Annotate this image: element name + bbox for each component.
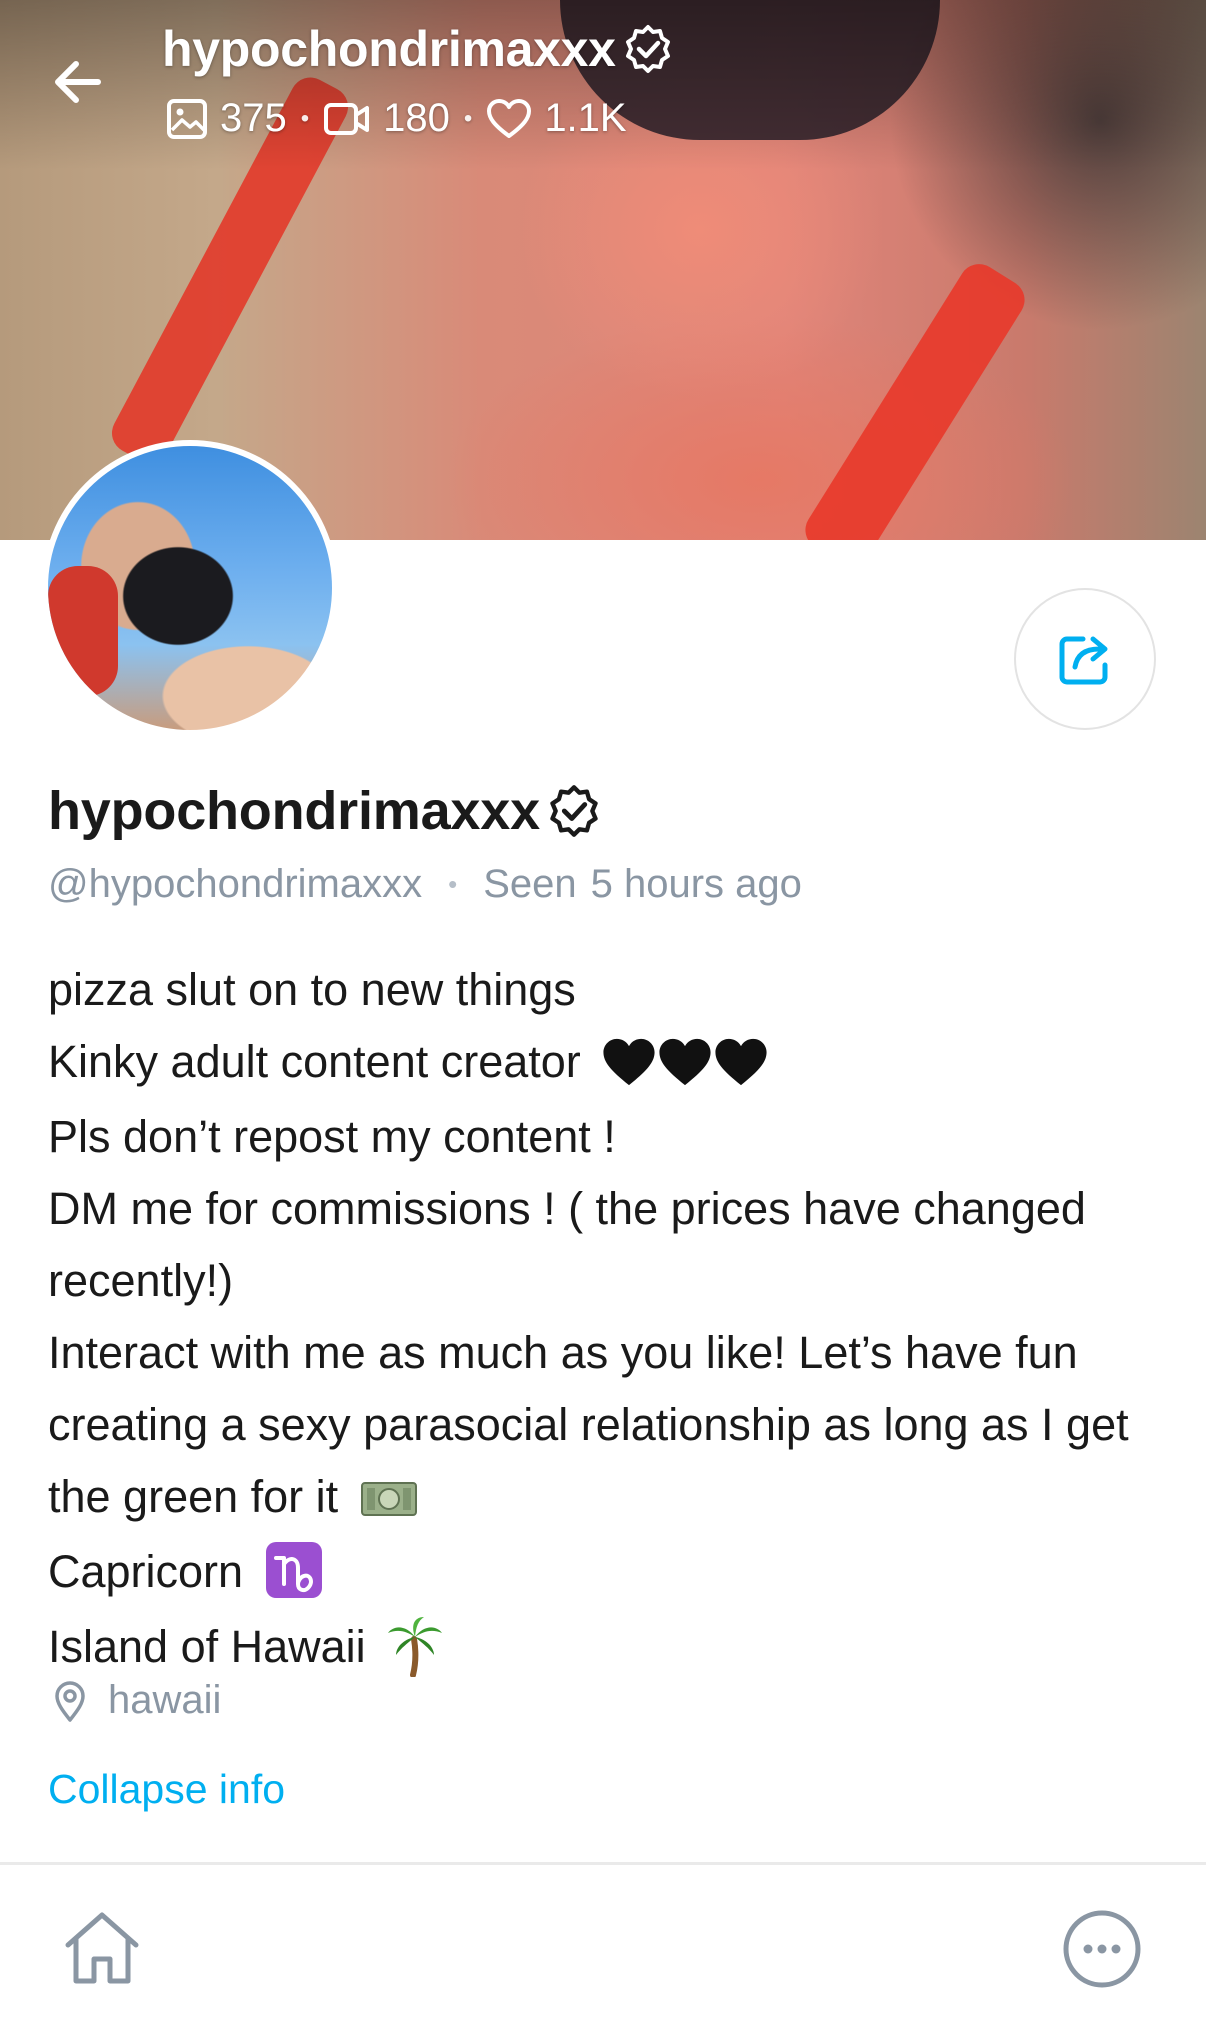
profile-name: hypochondrimaxxx (48, 781, 540, 841)
stat-videos[interactable]: 180 (323, 96, 450, 141)
verified-icon (625, 25, 670, 73)
location-pin-icon (55, 1680, 85, 1722)
videos-count: 180 (383, 96, 450, 140)
bio-text: Interact with me as much as you like! Le… (48, 1327, 1129, 1523)
bio-text: pizza slut on to new things (48, 964, 576, 1015)
header-title: hypochondrimaxxx (162, 21, 616, 77)
bio-text: Kinky adult content creator (48, 1036, 581, 1087)
palm-tree-icon (388, 1617, 443, 1679)
black-hearts-emoji (601, 1029, 769, 1101)
palm-tree-emoji (386, 1614, 444, 1686)
stat-likes[interactable]: 1.1K (486, 96, 627, 141)
bio-text: Pls don’t repost my content ! (48, 1111, 616, 1163)
bio-text: DM me for commissions ! ( the prices hav… (48, 1183, 1086, 1307)
black-heart-icon (659, 1038, 711, 1086)
bio-text: Capricorn (48, 1546, 244, 1598)
more-icon (1063, 1910, 1141, 1988)
banknote-icon (360, 1482, 417, 1517)
seen-label: Seen (483, 862, 577, 906)
image-icon (167, 98, 207, 139)
bio-line: Kinky adult content creator (48, 1026, 1168, 1101)
black-heart-icon (603, 1038, 655, 1086)
location-text: hawaii (108, 1678, 222, 1722)
verified-icon (550, 785, 598, 837)
video-icon (324, 102, 370, 135)
avatar[interactable] (42, 440, 338, 736)
stat-photos[interactable]: 375 (166, 96, 287, 141)
nav-home-button[interactable] (58, 1905, 146, 1993)
header-stats: 375 • 180 • 1.1K (166, 96, 627, 141)
home-icon (65, 1912, 139, 1984)
capricorn-emoji (264, 1539, 324, 1611)
stat-separator: • (300, 104, 310, 132)
black-heart-icon (715, 1038, 767, 1086)
back-arrow-icon (55, 61, 101, 103)
bio-line: pizza slut on to new things (48, 954, 1168, 1026)
location-row: hawaii (52, 1678, 221, 1723)
share-icon (1059, 636, 1108, 685)
bio-text: Island of Hawaii (48, 1621, 366, 1673)
share-button[interactable] (1014, 588, 1156, 730)
money-emoji (359, 1464, 419, 1536)
bio-line: Pls don’t repost my content ! (48, 1101, 1168, 1173)
collapse-info-link[interactable]: Collapse info (48, 1766, 285, 1813)
nav-more-button[interactable] (1060, 1907, 1144, 1991)
photos-count: 375 (220, 96, 287, 140)
bio-line: Island of Hawaii (48, 1611, 1168, 1686)
bio-line: DM me for commissions ! ( the prices hav… (48, 1173, 1168, 1317)
avatar-detail (48, 566, 118, 696)
profile-name-row: hypochondrimaxxx (48, 780, 602, 842)
bottom-nav (0, 1865, 1206, 2034)
bio-line: Interact with me as much as you like! Le… (48, 1317, 1168, 1536)
profile-meta: @hypochondrimaxxx • Seen 5 hours ago (48, 862, 802, 907)
stat-separator: • (463, 104, 473, 132)
seen-time: 5 hours ago (590, 862, 802, 906)
cover-detail (797, 256, 1033, 540)
profile-handle: @hypochondrimaxxx (48, 862, 423, 906)
heart-icon (487, 98, 532, 138)
bio-line: Capricorn (48, 1536, 1168, 1611)
meta-separator: • (448, 869, 458, 899)
profile-bio: pizza slut on to new things Kinky adult … (48, 954, 1168, 1686)
back-button[interactable] (48, 52, 108, 112)
likes-count: 1.1K (544, 96, 627, 140)
header-title-row: hypochondrimaxxx (162, 20, 674, 78)
capricorn-icon (265, 1542, 322, 1599)
